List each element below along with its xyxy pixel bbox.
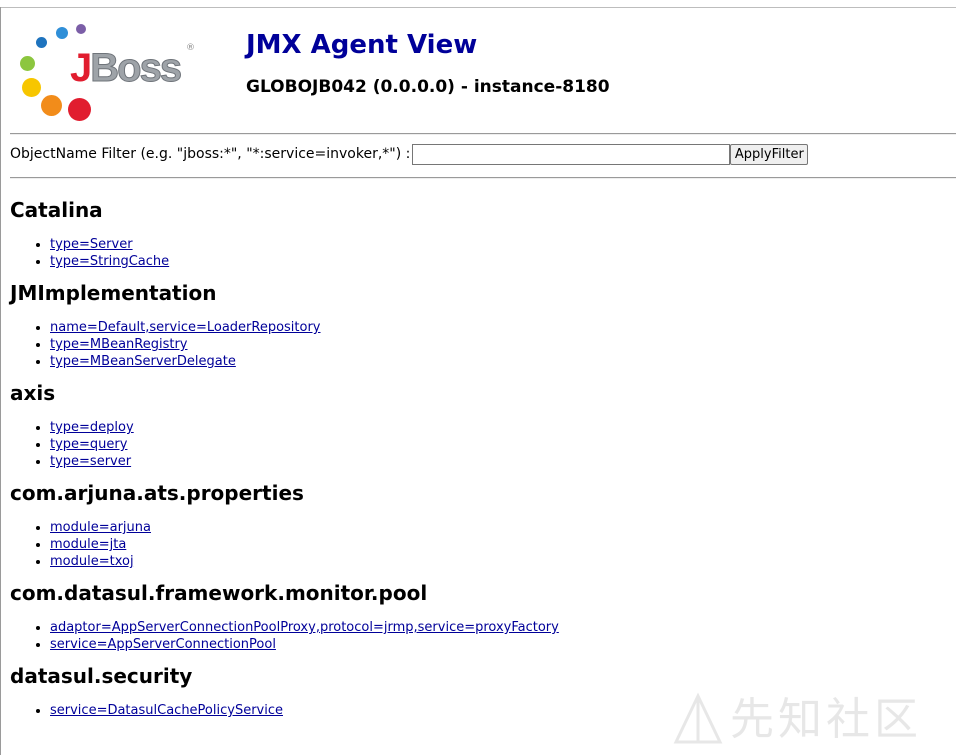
mbean-list-item: name=Default,service=LoaderRepository [50,319,950,336]
mbean-link[interactable]: type=StringCache [50,254,169,269]
mbean-list-item: module=txoj [50,553,950,570]
domain-heading: Catalina [10,198,103,222]
mbean-list-item: adaptor=AppServerConnectionPoolProxy,pro… [50,619,950,636]
mbean-list: module=arjuna module=jta module=txoj [10,519,950,570]
mbean-list-item: module=jta [50,536,950,553]
mbean-link[interactable]: service=AppServerConnectionPool [50,637,276,652]
mbean-link[interactable]: module=arjuna [50,520,151,535]
mbean-link[interactable]: module=jta [50,537,126,552]
object-name-filter-input[interactable] [412,143,731,165]
logo-letter-j: J [70,46,92,90]
mbean-list-item: type=deploy [50,419,950,436]
mbean-domain-list: Catalina type=Server type=StringCache JMImp… [10,196,950,728]
mbean-link[interactable]: type=server [50,454,131,469]
mbean-link[interactable]: type=MBeanRegistry [50,337,188,352]
mbean-link[interactable]: service=DatasulCachePolicyService [50,703,283,718]
left-border [0,7,1,755]
mbean-list-item: type=StringCache [50,253,950,270]
jboss-logo: JBoss ® [16,20,198,124]
apply-filter-button[interactable]: ApplyFilter [730,143,809,165]
jmx-console-page: JBoss ® JMX Agent View GLOBOJB042 (0.0.0… [0,0,956,755]
mbean-list-item: type=server [50,453,950,470]
mbean-list-item: type=MBeanServerDelegate [50,353,950,370]
mbean-link[interactable]: type=deploy [50,420,134,435]
mbean-list: type=Server type=StringCache [10,236,950,270]
mbean-list-item: type=query [50,436,950,453]
mbean-list-item: module=arjuna [50,519,950,536]
object-name-filter-form: ObjectName Filter (e.g. "jboss:*", "*:se… [10,142,809,166]
filter-label: ObjectName Filter (e.g. "jboss:*", "*:se… [10,146,411,162]
domain-heading: axis [10,381,56,405]
top-border [0,7,956,8]
divider-bottom [10,177,956,179]
logo-dot-green [20,56,35,71]
mbean-link[interactable]: type=MBeanServerDelegate [50,354,236,369]
mbean-list-item: type=MBeanRegistry [50,336,950,353]
mbean-link[interactable]: name=Default,service=LoaderRepository [50,320,321,335]
logo-wordmark: JBoss [70,46,183,91]
server-info: GLOBOJB042 (0.0.0.0) - instance-8180 [246,77,610,97]
mbean-link[interactable]: module=txoj [50,554,134,569]
logo-dot-red [68,98,91,121]
watermark-text: 先知社区 [730,694,922,745]
domain-heading: com.datasul.framework.monitor.pool [10,581,428,605]
mbean-list: name=Default,service=LoaderRepository typ… [10,319,950,370]
watermark-logo-icon [673,692,723,744]
logo-dot-yellow [22,78,41,97]
mbean-list-item: type=Server [50,236,950,253]
page-title: JMX Agent View [246,30,478,60]
domain-heading: JMImplementation [10,281,217,305]
watermark: 先知社区 [664,684,956,755]
mbean-list: adaptor=AppServerConnectionPoolProxy,pro… [10,619,950,653]
logo-dot-blue-small [36,37,47,48]
logo-word-boss: Boss [90,46,183,91]
logo-dot-orange [41,95,62,116]
mbean-link[interactable]: type=Server [50,237,133,252]
divider-top [10,133,956,135]
mbean-list-item: service=AppServerConnectionPool [50,636,950,653]
logo-registered-mark: ® [186,43,195,53]
mbean-link[interactable]: adaptor=AppServerConnectionPoolProxy,pro… [50,620,559,635]
domain-heading: com.arjuna.ats.properties [10,481,304,505]
mbean-link[interactable]: type=query [50,437,127,452]
mbean-list: type=deploy type=query type=server [10,419,950,470]
logo-dot-blue [56,27,68,39]
logo-dot-purple [76,24,86,34]
